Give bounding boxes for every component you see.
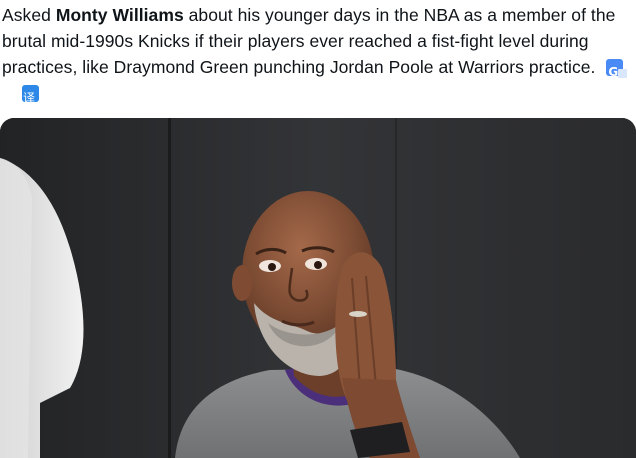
tweet: Asked Monty Williams about his younger d…: [0, 0, 636, 458]
translate-icon[interactable]: 译: [22, 85, 39, 105]
ring: [349, 311, 367, 317]
tweet-text-mention: Monty Williams: [55, 5, 184, 25]
tweet-media-image[interactable]: [0, 118, 636, 458]
tweet-text: Asked Monty Williams about his younger d…: [2, 2, 632, 106]
tweet-text-prefix: Asked: [2, 5, 56, 25]
translate-glyph: 译: [23, 91, 36, 105]
wall-seam: [168, 118, 171, 458]
google-translate-icon[interactable]: G: [606, 59, 628, 79]
photo-illustration: [0, 118, 636, 458]
google-translate-glyph: G: [608, 65, 619, 79]
